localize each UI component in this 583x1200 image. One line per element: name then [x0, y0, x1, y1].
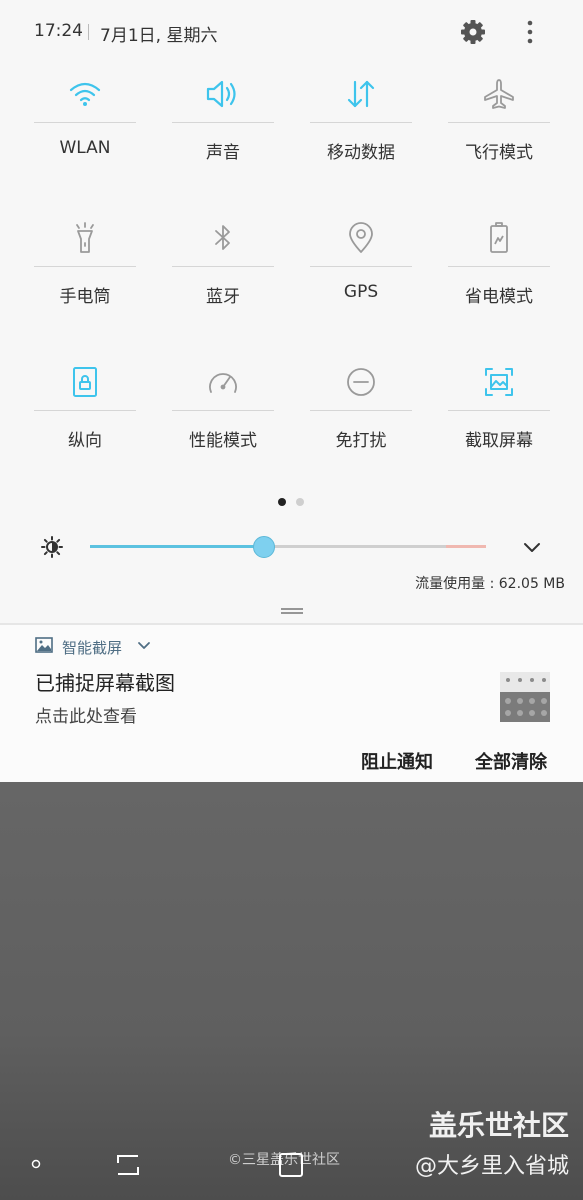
tile-label: 性能模式: [189, 431, 257, 451]
tile-divider: [448, 266, 550, 267]
status-separator: [88, 24, 89, 40]
page-dot: [296, 498, 304, 506]
tile-divider: [172, 266, 274, 267]
tile-divider: [34, 266, 136, 267]
performance-icon: [209, 373, 237, 393]
notification-app-name: 智能截屏: [62, 639, 123, 657]
location-icon: [349, 222, 373, 253]
tile-divider: [448, 122, 550, 123]
sound-icon: [206, 80, 236, 108]
notification-text: 点击此处查看: [35, 707, 137, 727]
tile-label: 省电模式: [465, 287, 533, 307]
gear-icon[interactable]: [458, 17, 488, 47]
flashlight-icon: [76, 222, 94, 253]
tile-sound[interactable]: 声音: [172, 64, 274, 184]
tile-performance[interactable]: 性能模式: [172, 352, 274, 472]
brightness-slider-high-zone: [446, 545, 486, 548]
page-dot-active: [278, 498, 286, 506]
tile-portrait[interactable]: 纵向: [34, 352, 136, 472]
date: 7月1日, 星期六: [100, 26, 218, 46]
tile-label: 截取屏幕: [465, 431, 533, 451]
tile-divider: [172, 122, 274, 123]
bluetooth-icon: [215, 225, 230, 250]
do-not-disturb-icon: [347, 368, 375, 396]
nav-dot-icon[interactable]: [31, 1159, 41, 1169]
tile-divider: [448, 410, 550, 411]
tile-airplane[interactable]: 飞行模式: [448, 64, 550, 184]
screenshot-icon: [485, 368, 513, 396]
tile-divider: [310, 410, 412, 411]
tile-gps[interactable]: GPS: [310, 208, 412, 328]
notification-panel: 17:24 7月1日, 星期六 WLAN 声音 移动数据 飞行模式 手电筒 蓝牙…: [0, 0, 583, 782]
battery-saver-icon: [490, 222, 508, 253]
watermark-title: 盖乐世社区: [428, 1109, 569, 1142]
screenshot-thumbnail: [500, 672, 550, 722]
tile-label: 免打扰: [335, 431, 387, 451]
more-options-icon[interactable]: [518, 17, 542, 47]
brightness-slider-fill: [90, 545, 264, 548]
tile-divider: [310, 122, 412, 123]
tile-screenshot[interactable]: 截取屏幕: [448, 352, 550, 472]
notification-card[interactable]: 智能截屏 已捕捉屏幕截图 点击此处查看 阻止通知 全部清除: [0, 625, 583, 782]
chevron-down-icon[interactable]: [520, 535, 544, 559]
tile-battery-saver[interactable]: 省电模式: [448, 208, 550, 328]
tile-bluetooth[interactable]: 蓝牙: [172, 208, 274, 328]
tile-divider: [34, 410, 136, 411]
watermark-user: @大乡里入省城: [414, 1154, 569, 1179]
image-icon: [35, 637, 53, 653]
clock: 17:24: [34, 21, 83, 41]
tile-wlan[interactable]: WLAN: [34, 64, 136, 184]
data-usage-text: 流量使用量 : 62.05 MB: [415, 576, 565, 592]
tile-flashlight[interactable]: 手电筒: [34, 208, 136, 328]
status-bar: 17:24 7月1日, 星期六: [0, 0, 583, 64]
tile-label: GPS: [343, 282, 379, 302]
chevron-down-icon[interactable]: [136, 639, 152, 653]
portrait-lock-icon: [73, 367, 97, 397]
airplane-icon: [484, 79, 514, 109]
tile-label: 飞行模式: [465, 143, 533, 163]
tile-label: 手电筒: [59, 287, 111, 307]
tile-do-not-disturb[interactable]: 免打扰: [310, 352, 412, 472]
tile-label: WLAN: [59, 138, 111, 158]
tile-divider: [34, 122, 136, 123]
tile-divider: [310, 266, 412, 267]
brightness-icon[interactable]: [40, 535, 64, 559]
tile-label: 蓝牙: [206, 287, 240, 307]
tile-label: 声音: [206, 143, 240, 163]
page-indicator: [278, 497, 308, 507]
tile-divider: [172, 410, 274, 411]
brightness-slider-thumb[interactable]: [253, 536, 275, 558]
clear-all-button[interactable]: 全部清除: [475, 748, 547, 774]
home-button-icon[interactable]: [278, 1152, 304, 1178]
mobile-data-icon: [347, 80, 375, 108]
brightness-slider[interactable]: [90, 545, 486, 548]
wifi-icon: [69, 82, 101, 106]
tile-label: 移动数据: [327, 143, 395, 163]
notification-title: 已捕捉屏幕截图: [35, 671, 175, 695]
drag-handle-icon[interactable]: [281, 608, 303, 614]
tile-mobile-data[interactable]: 移动数据: [310, 64, 412, 184]
tile-label: 纵向: [68, 431, 102, 451]
recent-apps-icon[interactable]: [114, 1152, 142, 1178]
block-notifications-button[interactable]: 阻止通知: [361, 748, 433, 774]
